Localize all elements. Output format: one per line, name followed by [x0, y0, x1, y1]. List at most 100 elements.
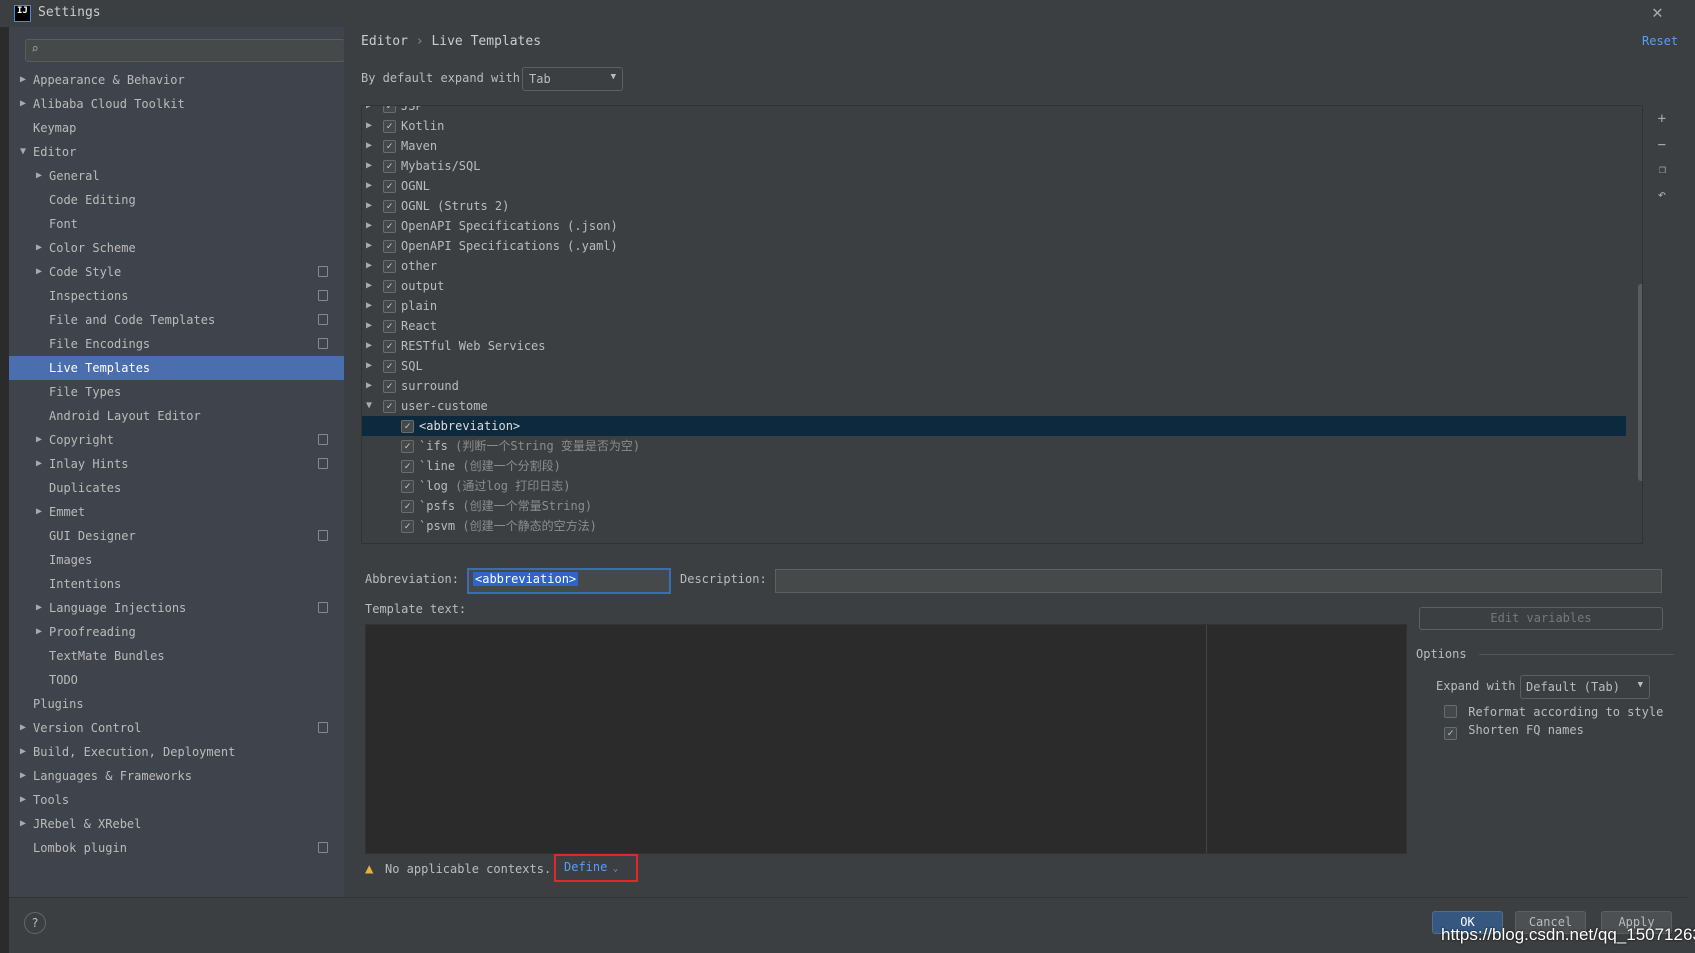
- sidebar-item-proofreading[interactable]: ▶ Proofreading: [9, 620, 344, 644]
- sidebar-item-version-control[interactable]: ▶ Version Control: [9, 716, 344, 740]
- template-text-editor[interactable]: [365, 624, 1407, 854]
- chevron-right-icon[interactable]: ▶: [20, 764, 26, 788]
- restore-icon[interactable]: ↶: [1658, 187, 1666, 203]
- define-link[interactable]: Define ⌄: [554, 854, 638, 882]
- template-group[interactable]: ▶ ✓ plain: [362, 296, 1626, 316]
- chevron-right-icon[interactable]: ▶: [36, 260, 42, 284]
- template-checkbox[interactable]: ✓: [401, 480, 414, 493]
- template-checkbox[interactable]: ✓: [383, 300, 396, 313]
- template-group[interactable]: ▶ ✓ OpenAPI Specifications (.yaml): [362, 236, 1626, 256]
- template-group[interactable]: ▶ ✓ OGNL: [362, 176, 1626, 196]
- chevron-right-icon[interactable]: ▶: [366, 236, 372, 256]
- chevron-right-icon[interactable]: ▶: [20, 716, 26, 740]
- sidebar-item-duplicates[interactable]: Duplicates: [9, 476, 344, 500]
- chevron-right-icon[interactable]: ▶: [20, 812, 26, 836]
- sidebar-item-textmate-bundles[interactable]: TextMate Bundles: [9, 644, 344, 668]
- template-group[interactable]: ▶ ✓ React: [362, 316, 1626, 336]
- chevron-right-icon[interactable]: ▶: [20, 788, 26, 812]
- help-button[interactable]: ?: [24, 912, 46, 934]
- description-input[interactable]: [775, 569, 1662, 593]
- chevron-right-icon[interactable]: ▶: [366, 256, 372, 276]
- template-group[interactable]: ▶ ✓ SQL: [362, 356, 1626, 376]
- add-icon[interactable]: +: [1658, 111, 1666, 127]
- template-group[interactable]: ▶ ✓ Maven: [362, 136, 1626, 156]
- chevron-right-icon[interactable]: ▶: [366, 176, 372, 196]
- template-group[interactable]: ▶ ✓ other: [362, 256, 1626, 276]
- sidebar-item-todo[interactable]: TODO: [9, 668, 344, 692]
- chevron-down-icon[interactable]: ▼: [366, 396, 372, 416]
- template-group[interactable]: ▶ ✓ JSP: [362, 106, 1626, 116]
- chevron-right-icon[interactable]: ▶: [366, 296, 372, 316]
- template-checkbox[interactable]: ✓: [401, 420, 414, 433]
- template-checkbox[interactable]: ✓: [383, 180, 396, 193]
- sidebar-item-keymap[interactable]: Keymap: [9, 116, 344, 140]
- sidebar-item-file-and-code-templates[interactable]: File and Code Templates: [9, 308, 344, 332]
- sidebar-item-images[interactable]: Images: [9, 548, 344, 572]
- template-checkbox[interactable]: ✓: [383, 340, 396, 353]
- template-checkbox[interactable]: ✓: [401, 440, 414, 453]
- template-checkbox[interactable]: ✓: [401, 500, 414, 513]
- chevron-right-icon[interactable]: ▶: [366, 116, 372, 136]
- template-checkbox[interactable]: ✓: [383, 106, 396, 113]
- chevron-down-icon[interactable]: ▼: [20, 140, 26, 164]
- template-group[interactable]: ▼ ✓ user-custome: [362, 396, 1626, 416]
- sidebar-item-code-style[interactable]: ▶ Code Style: [9, 260, 344, 284]
- template-checkbox[interactable]: ✓: [383, 380, 396, 393]
- sidebar-item-inlay-hints[interactable]: ▶ Inlay Hints: [9, 452, 344, 476]
- chevron-right-icon[interactable]: ▶: [366, 216, 372, 236]
- template-item[interactable]: ✓ `ifs (判断一个String 变量是否为空): [362, 436, 1626, 456]
- template-group[interactable]: ▶ ✓ RESTful Web Services: [362, 336, 1626, 356]
- chevron-right-icon[interactable]: ▶: [36, 620, 42, 644]
- sidebar-item-code-editing[interactable]: Code Editing: [9, 188, 344, 212]
- reformat-checkbox[interactable]: [1444, 705, 1457, 718]
- sidebar-item-intentions[interactable]: Intentions: [9, 572, 344, 596]
- chevron-right-icon[interactable]: ▶: [366, 356, 372, 376]
- chevron-right-icon[interactable]: ▶: [20, 92, 26, 116]
- shorten-fq-checkbox[interactable]: ✓: [1444, 727, 1457, 740]
- template-item[interactable]: ✓ `log (通过log 打印日志): [362, 476, 1626, 496]
- edit-variables-button[interactable]: Edit variables: [1419, 607, 1663, 630]
- tree-scrollbar[interactable]: [1638, 284, 1642, 481]
- template-item[interactable]: ✓ <abbreviation>: [362, 416, 1626, 436]
- sidebar-item-languages-frameworks[interactable]: ▶ Languages & Frameworks: [9, 764, 344, 788]
- chevron-right-icon[interactable]: ▶: [366, 276, 372, 296]
- expand-default-select[interactable]: Tab ▼: [522, 67, 623, 91]
- template-checkbox[interactable]: ✓: [401, 460, 414, 473]
- copy-icon[interactable]: ❐: [1659, 162, 1666, 176]
- template-checkbox[interactable]: ✓: [383, 160, 396, 173]
- templates-tree[interactable]: ▶ ✓ JSP ▶ ✓ Kotlin ▶ ✓ Maven ▶ ✓ Mybatis/SQL ▶ ✓ OGNL ▶…: [361, 105, 1643, 544]
- sidebar-item-file-types[interactable]: File Types: [9, 380, 344, 404]
- chevron-right-icon[interactable]: ▶: [366, 196, 372, 216]
- close-icon[interactable]: ✕: [1652, 2, 1663, 23]
- template-checkbox[interactable]: ✓: [401, 520, 414, 533]
- template-checkbox[interactable]: ✓: [383, 240, 396, 253]
- template-checkbox[interactable]: ✓: [383, 400, 396, 413]
- chevron-right-icon[interactable]: ▶: [36, 164, 42, 188]
- sidebar-item-jrebel-xrebel[interactable]: ▶ JRebel & XRebel: [9, 812, 344, 836]
- sidebar-item-live-templates[interactable]: Live Templates: [9, 356, 344, 380]
- chevron-right-icon[interactable]: ▶: [36, 428, 42, 452]
- template-group[interactable]: ▶ ✓ Kotlin: [362, 116, 1626, 136]
- chevron-right-icon[interactable]: ▶: [20, 68, 26, 92]
- sidebar-item-alibaba-cloud-toolkit[interactable]: ▶ Alibaba Cloud Toolkit: [9, 92, 344, 116]
- template-group[interactable]: ▶ ✓ OGNL (Struts 2): [362, 196, 1626, 216]
- sidebar-item-gui-designer[interactable]: GUI Designer: [9, 524, 344, 548]
- template-group[interactable]: ▶ ✓ output: [362, 276, 1626, 296]
- sidebar-item-emmet[interactable]: ▶ Emmet: [9, 500, 344, 524]
- template-group[interactable]: ▶ ✓ Mybatis/SQL: [362, 156, 1626, 176]
- template-item[interactable]: ✓ `line (创建一个分割段): [362, 456, 1626, 476]
- chevron-right-icon[interactable]: ▶: [366, 376, 372, 396]
- sidebar-item-editor[interactable]: ▼ Editor: [9, 140, 344, 164]
- sidebar-item-tools[interactable]: ▶ Tools: [9, 788, 344, 812]
- sidebar-item-file-encodings[interactable]: File Encodings: [9, 332, 344, 356]
- sidebar-item-android-layout-editor[interactable]: Android Layout Editor: [9, 404, 344, 428]
- reset-link[interactable]: Reset: [1642, 34, 1678, 48]
- template-checkbox[interactable]: ✓: [383, 220, 396, 233]
- chevron-right-icon[interactable]: ▶: [36, 500, 42, 524]
- chevron-right-icon[interactable]: ▶: [366, 136, 372, 156]
- sidebar-item-build-execution-deployment[interactable]: ▶ Build, Execution, Deployment: [9, 740, 344, 764]
- shorten-fq-option[interactable]: ✓ Shorten FQ names: [1444, 723, 1584, 740]
- breadcrumb-editor[interactable]: Editor: [361, 34, 408, 49]
- sidebar-item-font[interactable]: Font: [9, 212, 344, 236]
- chevron-right-icon[interactable]: ▶: [366, 336, 372, 356]
